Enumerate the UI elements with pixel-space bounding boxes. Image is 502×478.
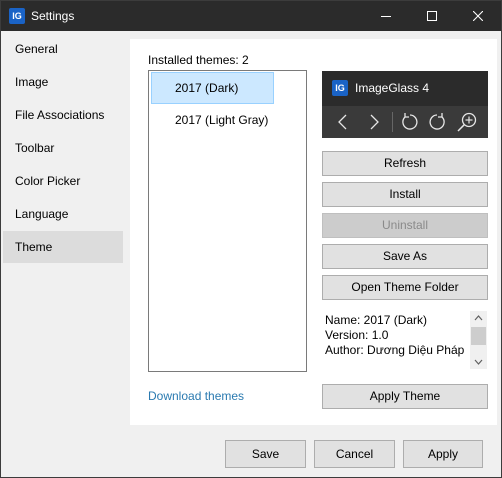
cancel-button[interactable]: Cancel	[314, 440, 395, 468]
open-theme-folder-button[interactable]: Open Theme Folder	[322, 275, 488, 300]
info-scrollbar[interactable]	[470, 311, 487, 369]
zoom-in-icon	[457, 112, 477, 132]
theme-info-author: Author: Dương Diệu Pháp	[325, 343, 465, 357]
refresh-button[interactable]: Refresh	[322, 151, 488, 176]
apply-button[interactable]: Apply	[403, 440, 483, 468]
theme-preview: IG ImageGlass 4	[322, 71, 488, 138]
preview-app-icon: IG	[332, 80, 348, 96]
sidebar-item-theme[interactable]: Theme	[3, 231, 123, 263]
maximize-button[interactable]	[409, 1, 455, 31]
sidebar-item-language[interactable]: Language	[3, 198, 123, 230]
theme-list[interactable]: 2017 (Dark) 2017 (Light Gray)	[148, 70, 307, 372]
sidebar-item-toolbar[interactable]: Toolbar	[3, 132, 123, 164]
theme-item-dark[interactable]: 2017 (Dark)	[151, 72, 274, 104]
close-button[interactable]	[455, 1, 501, 31]
rotate-left-icon	[402, 113, 418, 130]
settings-window: IG Settings General Image File Associati…	[0, 0, 502, 478]
scroll-thumb[interactable]	[471, 327, 486, 345]
uninstall-button[interactable]: Uninstall	[322, 213, 488, 238]
sidebar-item-image[interactable]: Image	[3, 66, 123, 98]
preview-app-name: ImageGlass 4	[355, 81, 430, 95]
save-button[interactable]: Save	[225, 440, 306, 468]
sidebar-item-general[interactable]: General	[3, 33, 123, 65]
toolbar-separator	[392, 112, 393, 132]
title-bar[interactable]: IG Settings	[1, 1, 501, 31]
installed-themes-label: Installed themes: 2	[148, 53, 249, 67]
sidebar-item-file-associations[interactable]: File Associations	[3, 99, 123, 131]
imageglass-app-icon: IG	[9, 8, 25, 24]
download-themes-link[interactable]: Download themes	[148, 389, 244, 403]
theme-settings-panel: Installed themes: 2 2017 (Dark) 2017 (Li…	[130, 39, 497, 425]
minimize-button[interactable]	[363, 1, 409, 31]
save-as-button[interactable]: Save As	[322, 244, 488, 269]
close-icon	[473, 11, 483, 21]
theme-info-box[interactable]: Name: 2017 (Dark) Version: 1.0 Author: D…	[322, 311, 488, 369]
chevron-left-icon	[338, 114, 347, 130]
theme-info-version: Version: 1.0	[325, 328, 389, 342]
preview-toolbar	[322, 106, 488, 138]
install-button[interactable]: Install	[322, 182, 488, 207]
window-title: Settings	[31, 9, 75, 23]
theme-info-name: Name: 2017 (Dark)	[325, 313, 428, 327]
rotate-right-icon	[429, 113, 445, 130]
maximize-icon	[427, 11, 437, 21]
scroll-up-arrow-icon[interactable]	[470, 311, 487, 325]
scroll-down-arrow-icon[interactable]	[470, 355, 487, 369]
settings-sidebar: General Image File Associations Toolbar …	[1, 32, 129, 426]
minimize-icon	[381, 16, 391, 17]
theme-item-light-gray[interactable]: 2017 (Light Gray)	[151, 104, 274, 136]
apply-theme-button[interactable]: Apply Theme	[322, 384, 488, 409]
sidebar-item-color-picker[interactable]: Color Picker	[3, 165, 123, 197]
chevron-right-icon	[370, 114, 379, 130]
